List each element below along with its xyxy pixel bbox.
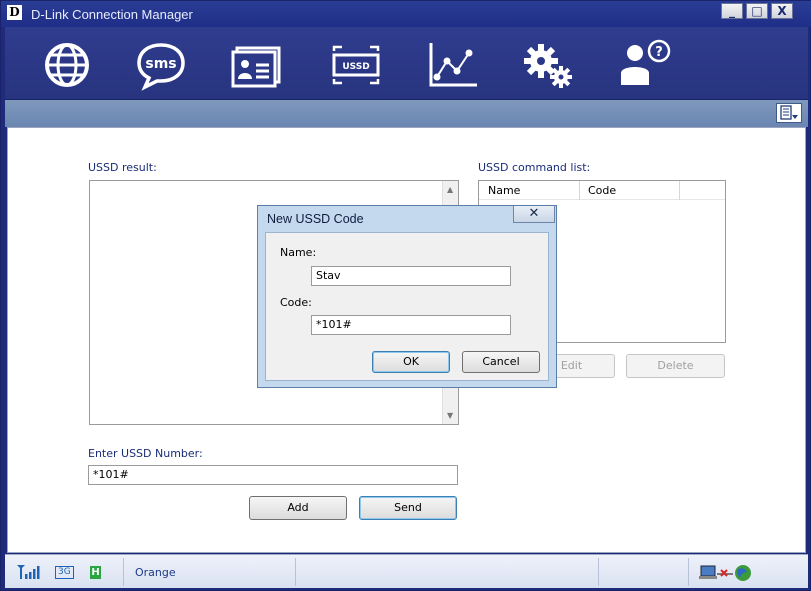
add-button[interactable]: Add bbox=[249, 496, 347, 520]
dialog-close-button[interactable]: ✕ bbox=[513, 206, 555, 223]
window-title: D-Link Connection Manager bbox=[31, 7, 193, 22]
code-label: Code: bbox=[280, 296, 312, 309]
network-type-badge: 3G bbox=[55, 566, 74, 579]
hspa-badge: H bbox=[90, 566, 101, 579]
sms-icon-label: sms bbox=[145, 56, 176, 72]
scroll-up-icon[interactable]: ▲ bbox=[447, 185, 453, 194]
title-bar: D D-Link Connection Manager _ □ X bbox=[1, 1, 811, 27]
name-input[interactable]: Stav bbox=[311, 266, 511, 286]
help-icon[interactable]: ? bbox=[617, 37, 673, 93]
ussd-icon-label: USSD bbox=[342, 62, 369, 72]
signal-strength-icon bbox=[15, 564, 43, 583]
statistics-icon[interactable] bbox=[425, 37, 481, 93]
scroll-down-icon[interactable]: ▼ bbox=[447, 411, 453, 420]
name-label: Name: bbox=[280, 246, 317, 259]
ok-button[interactable]: OK bbox=[372, 351, 450, 373]
contacts-icon[interactable] bbox=[227, 37, 283, 93]
list-header: Name Code bbox=[479, 181, 725, 200]
maximize-button[interactable]: □ bbox=[746, 3, 768, 19]
column-header-code[interactable]: Code bbox=[588, 184, 616, 197]
new-ussd-dialog: New USSD Code ✕ Name: Stav Code: *101# O… bbox=[257, 205, 557, 388]
cancel-button[interactable]: Cancel bbox=[462, 351, 540, 373]
main-toolbar: sms USSD ? bbox=[5, 27, 808, 100]
globe-icon[interactable] bbox=[39, 37, 95, 93]
enter-ussd-label: Enter USSD Number: bbox=[88, 447, 203, 460]
code-input[interactable]: *101# bbox=[311, 315, 511, 335]
dialog-title: New USSD Code bbox=[267, 212, 364, 226]
close-button[interactable]: X bbox=[771, 3, 793, 19]
sub-toolbar bbox=[5, 100, 808, 127]
ussd-command-list-label: USSD command list: bbox=[478, 161, 591, 174]
app-window: D D-Link Connection Manager _ □ X sms US… bbox=[0, 0, 811, 591]
svg-text:?: ? bbox=[655, 45, 663, 60]
minimize-button[interactable]: _ bbox=[721, 3, 743, 19]
send-button[interactable]: Send bbox=[359, 496, 457, 520]
status-bar: 3G H Orange bbox=[5, 554, 808, 588]
ussd-icon[interactable]: USSD bbox=[328, 37, 384, 93]
ussd-result-label: USSD result: bbox=[88, 161, 157, 174]
ussd-number-input[interactable]: *101# bbox=[88, 465, 458, 485]
operator-name: Orange bbox=[135, 566, 176, 579]
dlink-logo-icon: D bbox=[7, 5, 22, 20]
column-header-name[interactable]: Name bbox=[488, 184, 520, 197]
dialog-body: Name: Stav Code: *101# OK Cancel bbox=[265, 232, 549, 381]
settings-icon[interactable] bbox=[521, 37, 577, 93]
connection-status-icon bbox=[699, 563, 755, 586]
list-menu-icon bbox=[780, 105, 798, 120]
view-menu-button[interactable] bbox=[776, 103, 802, 123]
sms-icon[interactable]: sms bbox=[133, 37, 189, 93]
delete-button[interactable]: Delete bbox=[626, 354, 725, 378]
